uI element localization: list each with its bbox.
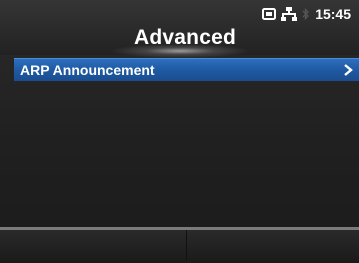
softkey-left[interactable]: [0, 230, 186, 260]
bluetooth-icon: [302, 7, 310, 21]
status-area: 15:45: [262, 4, 351, 24]
softkey-right[interactable]: [187, 230, 359, 260]
header-bar: Advanced 15:45: [0, 0, 359, 58]
chevron-right-icon: [337, 59, 359, 82]
network-icon: [281, 7, 298, 21]
clock-time: 15:45: [315, 6, 351, 22]
page-title: Advanced: [134, 26, 236, 49]
menu-item-label: ARP Announcement: [20, 62, 155, 78]
card-icon: [262, 8, 277, 20]
printer-screen: Advanced 15:45 ARP Announcement: [0, 0, 359, 263]
menu-item-arp-announcement[interactable]: ARP Announcement: [14, 58, 359, 81]
